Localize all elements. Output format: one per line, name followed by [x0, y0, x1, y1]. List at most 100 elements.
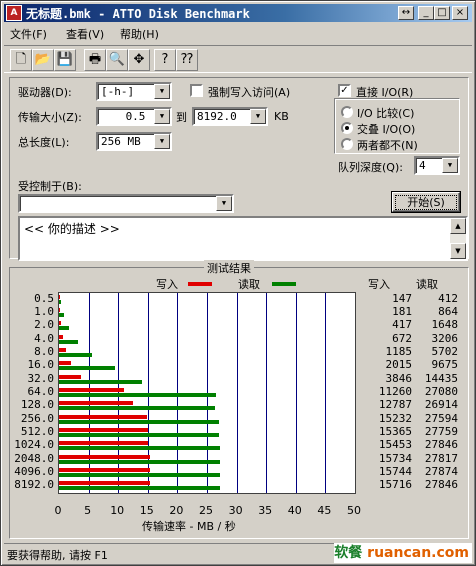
y-tick-label: 8.0: [34, 345, 54, 358]
legend-read-label: 读取: [238, 278, 260, 291]
write-bar: [59, 348, 66, 352]
read-value: 27817: [424, 451, 458, 465]
queue-depth-label: 队列深度(Q):: [338, 161, 403, 174]
start-button[interactable]: 开始(S): [391, 191, 461, 213]
chevron-down-icon[interactable]: ▼: [442, 158, 458, 173]
write-bar: [59, 441, 149, 446]
total-length-select[interactable]: 256 MB ▼: [96, 132, 172, 151]
title-bar[interactable]: A 无标题.bmk - ATTO Disk Benchmark ↔ _ □ ×: [4, 4, 472, 22]
force-write-checkbox[interactable]: [190, 84, 203, 97]
help-icon[interactable]: ?: [154, 49, 176, 71]
read-value: 27080: [424, 385, 458, 398]
new-file-icon[interactable]: 🗋: [10, 49, 32, 71]
x-tick-label: 35: [258, 504, 273, 517]
chevron-down-icon[interactable]: ▼: [154, 109, 170, 124]
watermark-cn: 软餐: [334, 545, 363, 561]
read-value: 9675: [431, 358, 459, 372]
io-compare-label: I/O 比较(C): [357, 107, 415, 120]
read-bar: [59, 433, 220, 437]
io-mode-group: I/O 比较(C) 交叠 I/O(O) 两者都不(N): [334, 98, 460, 154]
x-axis-label: 传输速率 - MB / 秒: [142, 520, 236, 533]
transfer-from-select[interactable]: 0.5 ▼: [96, 107, 172, 126]
write-value: 15453: [378, 438, 412, 452]
write-value: 15716: [378, 478, 412, 492]
drive-value: [-h-]: [101, 85, 135, 98]
legend-write-swatch: [188, 282, 212, 286]
neither-radio[interactable]: [341, 138, 353, 150]
menu-view[interactable]: 查看(V): [66, 26, 104, 42]
grid-line: [325, 293, 327, 493]
read-value: 412: [438, 291, 458, 305]
write-value: 2015: [385, 358, 413, 372]
read-bar: [59, 473, 221, 477]
scroll-up-icon[interactable]: ▲: [450, 218, 466, 234]
chevron-down-icon[interactable]: ▼: [154, 84, 170, 99]
write-value: 12787: [378, 398, 412, 412]
total-length-value: 256 MB: [101, 135, 141, 148]
write-bar: [59, 481, 150, 486]
results-title: 测试结果: [204, 260, 254, 276]
open-folder-icon[interactable]: 📂: [32, 49, 54, 71]
read-bar: [59, 446, 220, 451]
write-value: 3846: [385, 371, 413, 385]
read-value: 864: [438, 305, 458, 318]
read-bar: [59, 459, 220, 464]
read-value: 27759: [424, 425, 458, 438]
scroll-down-icon[interactable]: ▼: [450, 243, 466, 259]
y-tick-label: 0.5: [34, 291, 54, 305]
settings-panel: 驱动器(D): [-h-] ▼ 传输大小(Z): 0.5 ▼ 到 8192.0 …: [9, 77, 469, 261]
x-tick-label: 25: [199, 504, 213, 517]
read-value: 26914: [424, 398, 458, 412]
x-tick-label: 15: [139, 504, 154, 517]
context-help-icon[interactable]: ⁇: [176, 49, 198, 71]
write-value: 15232: [378, 411, 412, 425]
controlled-by-select[interactable]: ▼: [18, 194, 234, 213]
close-button[interactable]: ×: [452, 6, 468, 20]
queue-depth-select[interactable]: 4 ▼: [414, 156, 460, 175]
minimize-button[interactable]: _: [418, 6, 434, 20]
write-bar: [59, 414, 148, 419]
overlap-io-radio[interactable]: [341, 122, 353, 134]
menu-file[interactable]: 文件(F): [10, 26, 47, 42]
menu-help[interactable]: 帮助(H): [120, 26, 159, 42]
description-box[interactable]: << 你的描述 >> ▲ ▼: [18, 216, 468, 261]
write-bar: [59, 334, 63, 339]
transfer-size-label: 传输大小(Z):: [18, 111, 82, 124]
transfer-to-select[interactable]: 8192.0 ▼: [192, 107, 268, 126]
read-bar: [59, 486, 220, 491]
neither-label: 两者都不(N): [357, 139, 418, 152]
move-icon[interactable]: ✥: [128, 49, 150, 71]
print-icon[interactable]: 🖶: [84, 49, 106, 71]
io-compare-radio[interactable]: [341, 106, 353, 118]
x-tick-label: 0: [54, 504, 62, 517]
save-icon[interactable]: 💾: [54, 49, 76, 71]
read-value: 1648: [431, 318, 459, 332]
write-bar: [59, 374, 82, 379]
write-bar: [59, 401, 133, 406]
maximize-button[interactable]: □: [434, 6, 450, 20]
print-preview-icon[interactable]: 🔍: [106, 49, 128, 71]
chevron-down-icon[interactable]: ▼: [250, 109, 266, 124]
read-value: 27874: [424, 465, 458, 478]
transfer-to-value: 8192.0: [197, 110, 237, 123]
resize-button[interactable]: ↔: [398, 6, 414, 20]
to-label: 到: [176, 111, 187, 124]
chevron-down-icon[interactable]: ▼: [216, 196, 232, 211]
y-tick-label: 4096.0: [14, 465, 54, 478]
read-value: 27594: [424, 411, 458, 425]
write-column-header: 写入: [368, 278, 390, 291]
window-title: 无标题.bmk - ATTO Disk Benchmark: [26, 7, 250, 21]
toolbar: 🗋 📂 💾 🖶 🔍 ✥ ? ⁇: [4, 45, 472, 73]
direct-io-checkbox[interactable]: ✓: [338, 84, 351, 97]
legend-read-swatch: [272, 282, 296, 286]
x-tick-label: 40: [287, 504, 302, 517]
y-tick-label: 1024.0: [14, 438, 54, 452]
y-tick-label: 512.0: [20, 425, 54, 438]
start-button-label: 开始(S): [395, 195, 457, 210]
description-scrollbar[interactable]: ▲ ▼: [450, 218, 466, 259]
x-tick-label: 50: [347, 504, 361, 517]
drive-label: 驱动器(D):: [18, 86, 72, 99]
chevron-down-icon[interactable]: ▼: [154, 134, 170, 149]
drive-select[interactable]: [-h-] ▼: [96, 82, 172, 101]
write-bar: [59, 428, 148, 432]
